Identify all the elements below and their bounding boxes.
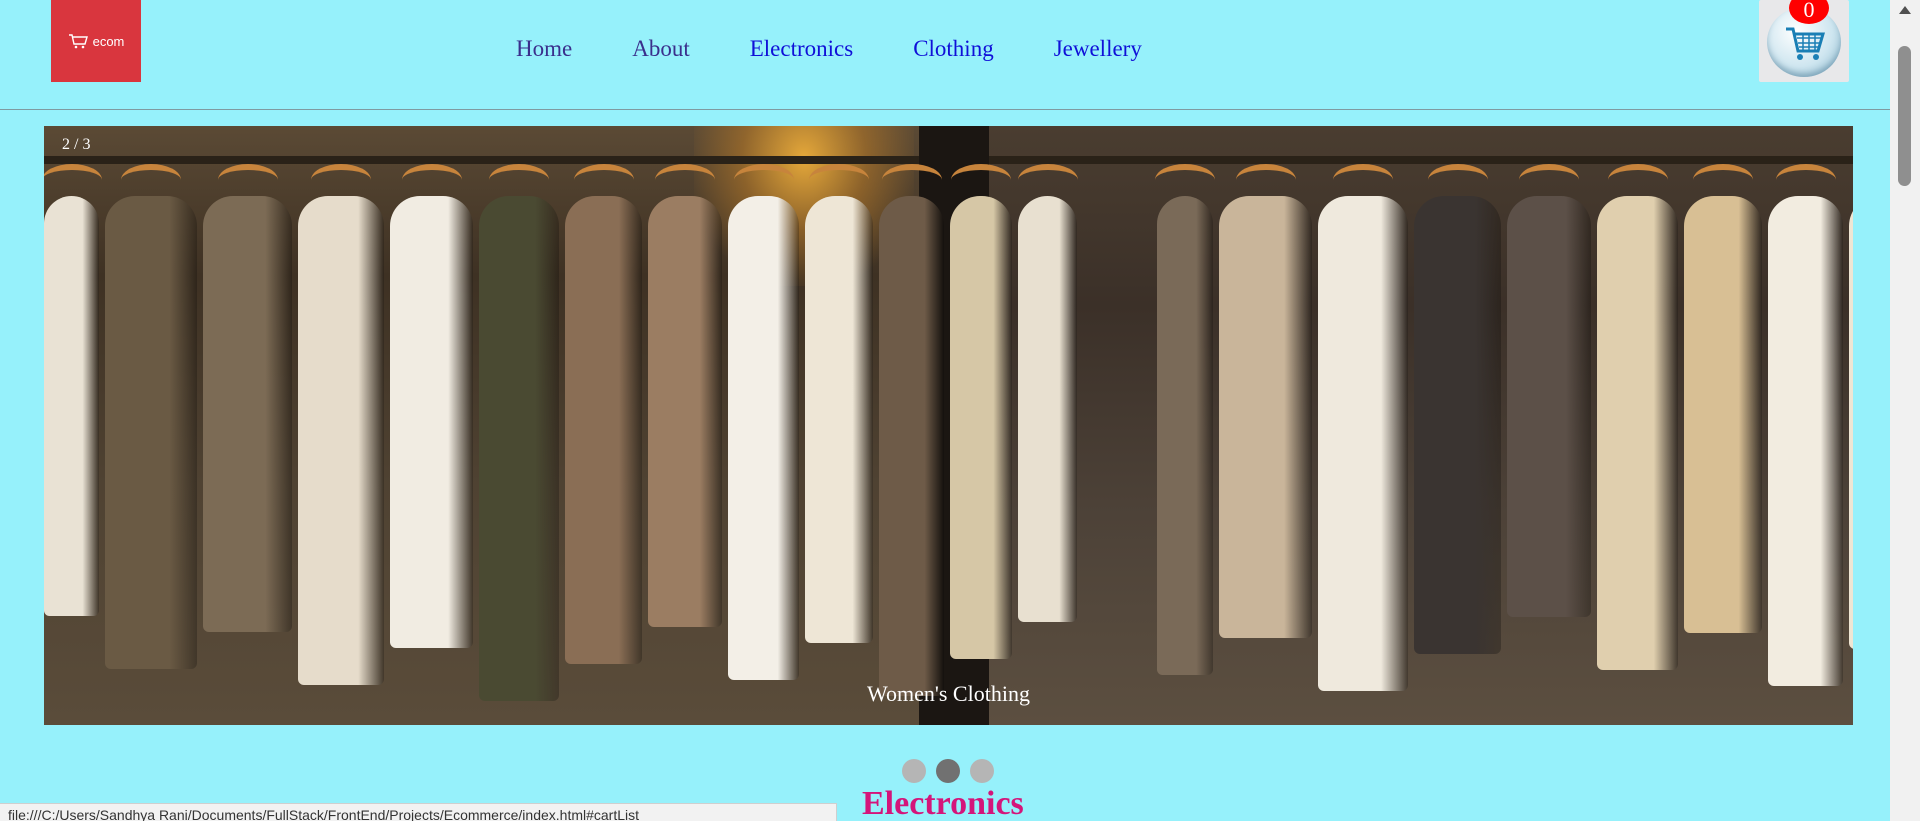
section-title-electronics: Electronics [862,785,1024,821]
garment [1414,196,1501,654]
slide-counter: 2 / 3 [62,136,91,153]
scroll-thumb[interactable] [1898,46,1911,186]
site-logo[interactable]: ecom [51,0,141,82]
hanger [311,164,371,196]
garment [565,196,642,664]
status-bar-url: file:///C:/Users/Sandhya Rani/Documents/… [0,803,837,821]
nav-home[interactable]: Home [516,36,572,62]
hanger [1775,164,1836,196]
garment [648,196,722,627]
hanger [1017,164,1078,196]
hanger [217,164,278,196]
hanger [44,164,102,196]
garment [1018,196,1077,622]
garment [203,196,292,632]
hanger [655,164,715,196]
cart-button[interactable]: 0 [1759,0,1849,82]
garment [1597,196,1678,670]
garment [1849,196,1853,649]
hanger [1693,164,1753,196]
hanger [573,164,634,196]
garment [805,196,873,643]
nav-about[interactable]: About [632,36,690,62]
scroll-up-arrow-icon[interactable] [1899,6,1911,14]
garment [728,196,799,680]
hanger [951,164,1011,196]
garment [1219,196,1312,638]
logo-text: ecom [92,33,125,49]
hero-slider[interactable]: 2 / 3 Women's Clothing [44,126,1853,725]
garment [298,196,384,685]
garment [479,196,559,701]
hanger [1235,164,1296,196]
garment [105,196,197,669]
nav-clothing[interactable]: Clothing [913,36,994,62]
slider-dot-1[interactable] [902,759,926,783]
garment [1318,196,1408,691]
cart-icon [68,34,88,49]
hanger [733,164,794,196]
hanger [809,164,869,196]
nav-jewellery[interactable]: Jewellery [1054,36,1142,62]
cart-icon [1786,27,1826,60]
hanger [1333,164,1393,196]
garment [950,196,1012,659]
garment [1684,196,1762,633]
garment [879,196,944,696]
hanger [401,164,462,196]
page-scrollbar[interactable] [1890,0,1920,821]
site-header: ecom Home About Electronics Clothing Jew… [0,0,1890,110]
hanger [489,164,549,196]
page: ecom Home About Electronics Clothing Jew… [0,0,1890,821]
slide-caption: Women's Clothing [867,681,1030,706]
hanger [881,164,942,196]
slider-dot-2[interactable] [936,759,960,783]
main-nav: Home About Electronics Clothing Jeweller… [516,36,1202,62]
hanger [1155,164,1215,196]
slider-dots [902,759,994,783]
hanger [1427,164,1488,196]
hanger [1519,164,1579,196]
hanger [1607,164,1668,196]
garment [1507,196,1591,617]
garment [44,196,99,616]
garment [1768,196,1843,686]
hanger [121,164,181,196]
nav-electronics[interactable]: Electronics [750,36,853,62]
slider-dot-3[interactable] [970,759,994,783]
garment [1157,196,1213,675]
garment [390,196,473,648]
